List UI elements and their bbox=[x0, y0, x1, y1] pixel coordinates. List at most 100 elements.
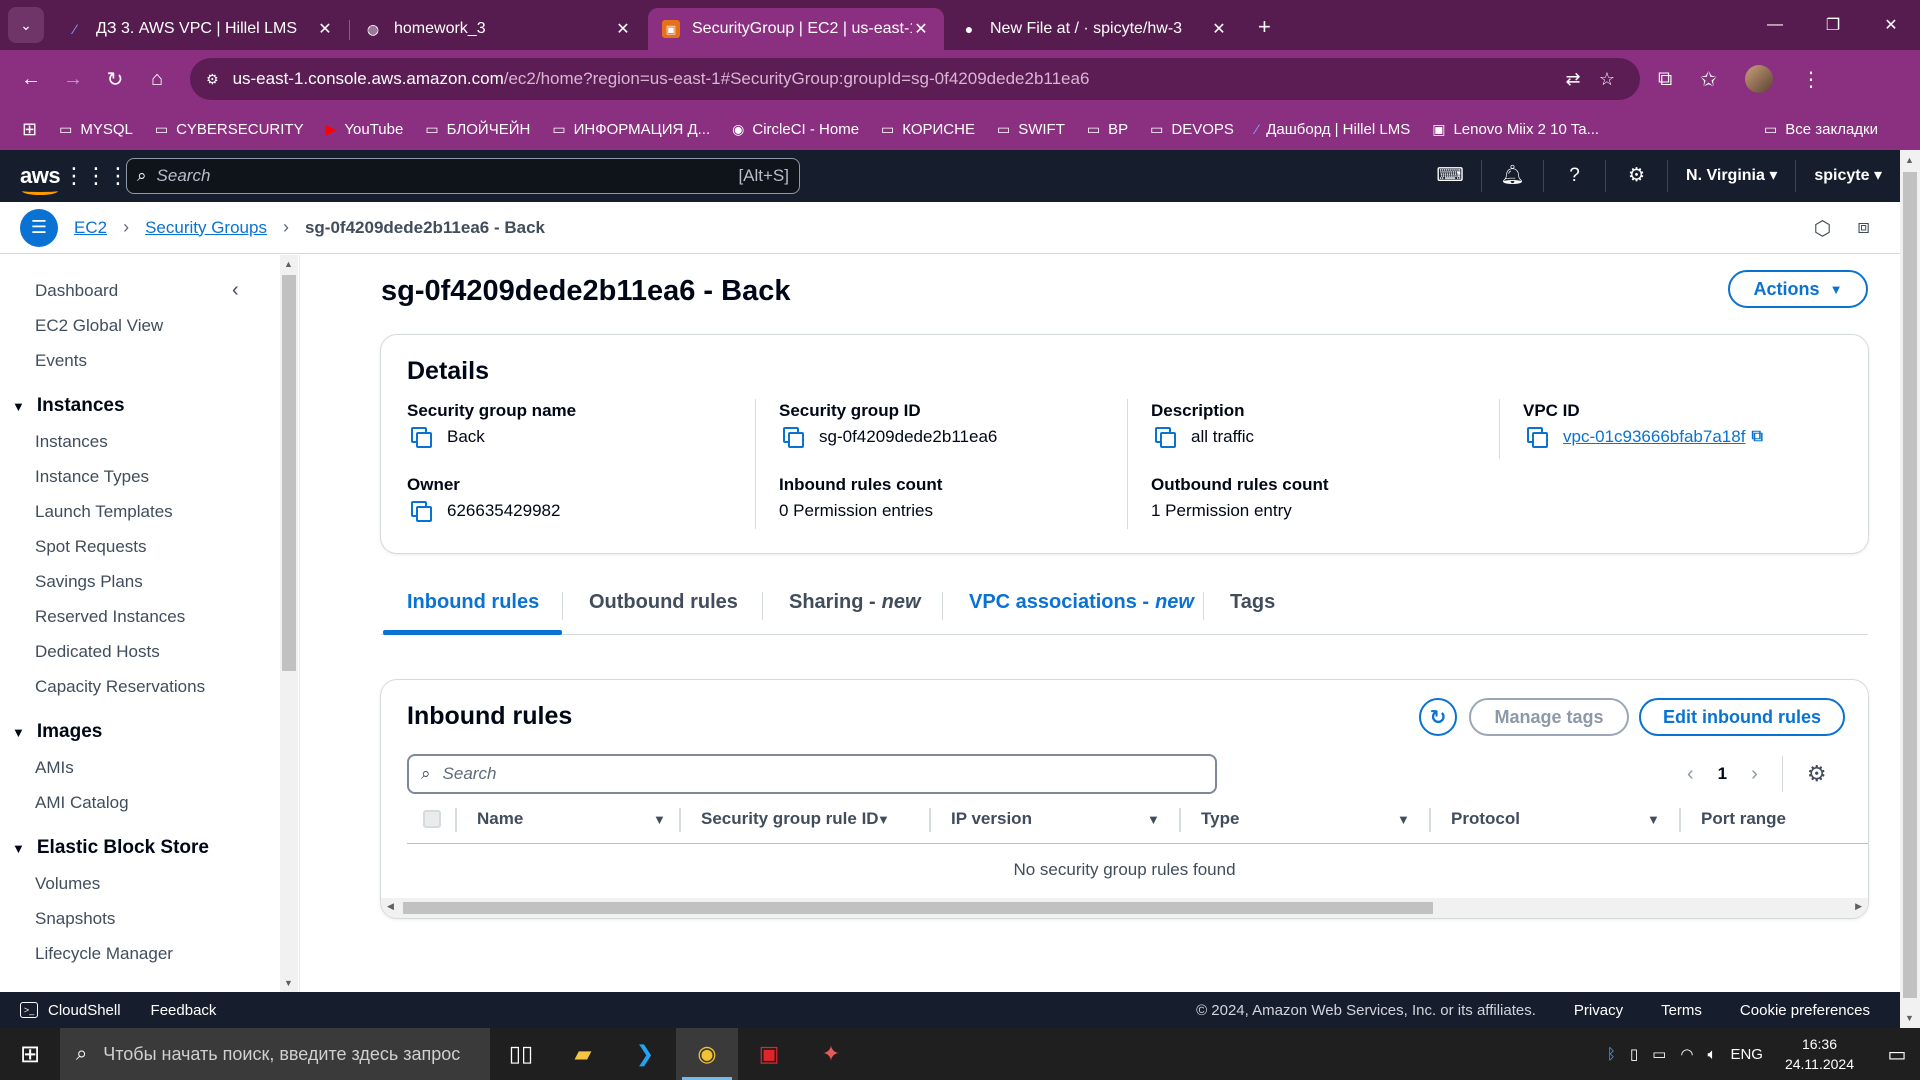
select-all-checkbox[interactable] bbox=[423, 810, 441, 828]
column-type[interactable]: Type ▼ bbox=[1201, 794, 1421, 844]
tab-vpc-associations[interactable]: VPC associations - new bbox=[969, 570, 1194, 634]
forward-arrow-icon[interactable]: → bbox=[54, 60, 92, 98]
breadcrumb-ec2[interactable]: EC2 bbox=[74, 218, 107, 238]
wifi-icon[interactable]: ◠ bbox=[1680, 1045, 1693, 1063]
sidebar-item-spot-requests[interactable]: Spot Requests bbox=[35, 537, 147, 557]
table-horizontal-scrollbar[interactable]: ◀ ▶ bbox=[381, 898, 1868, 918]
scroll-up-icon[interactable]: ▲ bbox=[1905, 155, 1914, 165]
sidebar-scrollbar[interactable]: ▲ ▼ bbox=[280, 255, 298, 992]
sidebar-item-lifecycle-manager[interactable]: Lifecycle Manager bbox=[35, 944, 173, 964]
back-arrow-icon[interactable]: ← bbox=[12, 60, 50, 98]
scroll-down-icon[interactable]: ▼ bbox=[284, 978, 293, 988]
aws-search-input[interactable]: ⌕ Search [Alt+S] bbox=[126, 158, 800, 194]
edit-inbound-rules-button[interactable]: Edit inbound rules bbox=[1639, 698, 1845, 736]
file-explorer-icon[interactable]: ▰ bbox=[552, 1028, 614, 1080]
sidebar-item-amis[interactable]: AMIs bbox=[35, 758, 74, 778]
bookmark-devops[interactable]: ▭ DEVOPS bbox=[1150, 121, 1234, 138]
tab-outbound-rules[interactable]: Outbound rules bbox=[589, 570, 738, 634]
menu-icon[interactable]: ☰ bbox=[20, 208, 58, 247]
notifications-hex-icon[interactable]: ⬡ bbox=[1814, 216, 1831, 241]
bookmark-circleci[interactable]: ◉ CircleCI - Home bbox=[732, 121, 859, 138]
browser-tab-homework[interactable]: ◍ homework_3 ✕ bbox=[350, 8, 646, 50]
privacy-link[interactable]: Privacy bbox=[1574, 1002, 1623, 1019]
vpc-id-link[interactable]: vpc-01c93666bfab7a18f bbox=[1563, 427, 1745, 447]
copy-icon[interactable] bbox=[1527, 427, 1548, 448]
cookie-preferences-link[interactable]: Cookie preferences bbox=[1740, 1002, 1870, 1019]
prev-page-icon[interactable]: ‹ bbox=[1687, 763, 1694, 786]
bell-icon[interactable]: 🔔︎ bbox=[1481, 160, 1543, 192]
close-icon[interactable]: ✕ bbox=[614, 19, 632, 39]
scroll-thumb[interactable] bbox=[282, 275, 296, 671]
feedback-screen-icon[interactable]: ⧈ bbox=[1857, 216, 1870, 241]
volume-icon[interactable]: 🔈︎ bbox=[1707, 1046, 1716, 1063]
browser-menu-icon[interactable]: ⋮ bbox=[1801, 67, 1821, 92]
tab-inbound-rules[interactable]: Inbound rules bbox=[407, 570, 539, 634]
sidebar-section-images[interactable]: ▼ Images bbox=[12, 721, 102, 743]
close-icon[interactable]: ✕ bbox=[912, 19, 930, 39]
page-scrollbar[interactable]: ▲ ▼ bbox=[1900, 150, 1920, 1028]
manage-tags-button[interactable]: Manage tags bbox=[1469, 698, 1629, 736]
bookmark-lenovo[interactable]: ▣ Lenovo Miix 2 10 Ta... bbox=[1432, 121, 1599, 138]
bookmark-bp[interactable]: ▭ BP bbox=[1087, 121, 1128, 138]
scroll-left-icon[interactable]: ◀ bbox=[387, 901, 394, 912]
copy-icon[interactable] bbox=[411, 427, 432, 448]
new-tab-button[interactable]: + bbox=[1258, 14, 1271, 40]
apps-grid-icon[interactable]: ⊞ bbox=[22, 119, 37, 140]
clock[interactable]: 16:36 24.11.2024 bbox=[1785, 1034, 1854, 1074]
account-menu[interactable]: spicyte ▾ bbox=[1795, 160, 1900, 192]
sidebar-item-events[interactable]: Events bbox=[35, 351, 87, 371]
url-text[interactable]: us-east-1.console.aws.amazon.com/ec2/hom… bbox=[233, 69, 1556, 89]
table-settings-icon[interactable]: ⚙ bbox=[1807, 761, 1827, 787]
aws-logo[interactable]: aws bbox=[0, 163, 66, 195]
collapse-sidebar-icon[interactable]: ‹ bbox=[232, 279, 239, 302]
tab-search-button[interactable]: ⌄ bbox=[8, 7, 44, 43]
next-page-icon[interactable]: › bbox=[1751, 763, 1758, 786]
scroll-thumb[interactable] bbox=[403, 902, 1433, 914]
copy-icon[interactable] bbox=[411, 501, 432, 522]
browser-tab-hillel[interactable]: ⁄ ДЗ 3. AWS VPC | Hillel LMS ✕ bbox=[52, 8, 350, 50]
task-view-icon[interactable]: ▯▯ bbox=[490, 1028, 552, 1080]
sidebar-item-dashboard[interactable]: Dashboard bbox=[35, 281, 118, 301]
bookmark-info[interactable]: ▭ ИНФОРМАЦИЯ Д... bbox=[552, 121, 710, 138]
terms-link[interactable]: Terms bbox=[1661, 1002, 1702, 1019]
close-window-icon[interactable]: ✕ bbox=[1862, 0, 1920, 50]
sidebar-item-volumes[interactable]: Volumes bbox=[35, 874, 100, 894]
windows-search-input[interactable]: ⌕ Чтобы начать поиск, введите здесь запр… bbox=[60, 1028, 490, 1080]
all-bookmarks[interactable]: ▭ Все закладки bbox=[1764, 108, 1878, 150]
scroll-up-icon[interactable]: ▲ bbox=[284, 259, 293, 269]
sidebar-section-instances[interactable]: ▼ Instances bbox=[12, 395, 125, 417]
column-protocol[interactable]: Protocol ▼ bbox=[1451, 794, 1671, 844]
language-indicator[interactable]: ENG bbox=[1730, 1046, 1763, 1063]
cloudshell-link[interactable]: >_ CloudShell bbox=[0, 1002, 121, 1019]
services-grid-icon[interactable]: ⋮⋮⋮ bbox=[63, 163, 129, 189]
column-name[interactable]: Name ▼ bbox=[477, 794, 677, 844]
copy-icon[interactable] bbox=[783, 427, 804, 448]
rules-search-input[interactable]: ⌕ Search bbox=[407, 754, 1217, 794]
gear-icon[interactable]: ⚙ bbox=[1605, 160, 1667, 192]
battery-icon[interactable]: ▭ bbox=[1652, 1045, 1666, 1063]
copy-icon[interactable] bbox=[1155, 427, 1176, 448]
bookmark-mysql[interactable]: ▭ MYSQL bbox=[59, 121, 133, 138]
sidebar-item-launch-templates[interactable]: Launch Templates bbox=[35, 502, 173, 522]
app-icon[interactable]: ✦ bbox=[800, 1028, 862, 1080]
home-icon[interactable]: ⌂ bbox=[138, 60, 176, 98]
tab-sharing[interactable]: Sharing - new bbox=[789, 570, 921, 634]
column-port-range[interactable]: Port range bbox=[1701, 794, 1786, 844]
cloudshell-icon[interactable]: ⌨ bbox=[1419, 160, 1481, 192]
site-info-icon[interactable]: ⚙ bbox=[206, 71, 219, 88]
close-icon[interactable]: ✕ bbox=[316, 19, 334, 39]
pdf-icon[interactable]: ▣ bbox=[738, 1028, 800, 1080]
refresh-button[interactable]: ↻ bbox=[1419, 698, 1457, 736]
sidebar-item-savings-plans[interactable]: Savings Plans bbox=[35, 572, 143, 592]
bookmark-hillel-dashboard[interactable]: ⁄ Дашборд | Hillel LMS bbox=[1256, 121, 1410, 138]
actions-button[interactable]: Actions ▼ bbox=[1728, 270, 1868, 308]
sidebar-item-instance-types[interactable]: Instance Types bbox=[35, 467, 149, 487]
column-rule-id[interactable]: Security group rule ID ▼ bbox=[701, 794, 901, 844]
sidebar-item-instances[interactable]: Instances bbox=[35, 432, 108, 452]
restore-icon[interactable]: ❐ bbox=[1804, 0, 1862, 50]
bookmark-youtube[interactable]: ▶ YouTube bbox=[326, 121, 404, 138]
minimize-icon[interactable]: — bbox=[1746, 0, 1804, 50]
sidebar-item-ami-catalog[interactable]: AMI Catalog bbox=[35, 793, 129, 813]
bookmark-cybersecurity[interactable]: ▭ CYBERSECURITY bbox=[155, 121, 304, 138]
bookmarks-star-icon[interactable]: ✩ bbox=[1700, 67, 1717, 92]
